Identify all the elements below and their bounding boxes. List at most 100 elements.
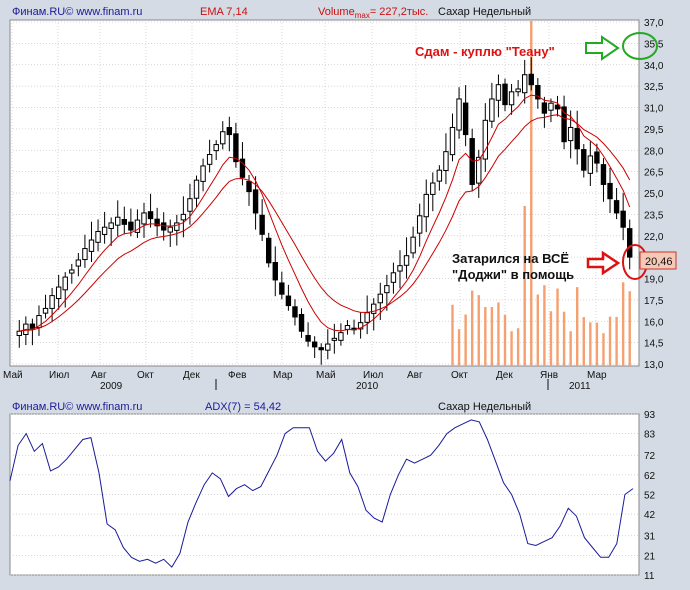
candle-down — [272, 262, 278, 281]
volume-bar — [602, 333, 605, 366]
annotation-sell: Сдам - куплю "Теану" — [415, 44, 555, 59]
candle-up — [508, 91, 515, 106]
candle-up — [430, 182, 436, 195]
price-y-tick-label: 32,5 — [644, 82, 664, 93]
volume-label: Volumemax= 227,2тыс. — [318, 6, 428, 20]
candle-down — [252, 189, 259, 214]
price-x-tick-label: Июл — [363, 370, 383, 381]
price-y-tick-label: 19,0 — [644, 275, 664, 286]
volume-bar — [608, 316, 612, 366]
volume-bar — [543, 285, 546, 366]
adx-y-tick-label: 42 — [644, 510, 656, 521]
candle-up — [338, 332, 344, 341]
price-x-tick-label: Дек — [496, 370, 513, 381]
candle-down — [279, 282, 285, 295]
price-y-tick-label: 22,0 — [644, 232, 664, 243]
year-label: 2010 — [356, 381, 379, 392]
volume-bar — [569, 331, 572, 366]
adx-label: ADX(7) = 54,42 — [205, 401, 281, 413]
volume-bar — [523, 206, 526, 366]
candle-down — [502, 83, 508, 106]
candle-down — [226, 127, 233, 136]
price-y-tick-label: 31,0 — [644, 104, 664, 115]
candle-up — [567, 126, 574, 142]
ema-label: EMA 7,14 — [200, 6, 248, 18]
candle-up — [325, 343, 331, 351]
volume-bar — [556, 288, 559, 366]
candle-up — [115, 216, 121, 226]
price-panel: 37,0 35,5 34,0 32,5 31,0 29,5 28,0 26,5 25,0 23,5… — [3, 6, 677, 392]
candle-down — [607, 182, 613, 200]
candle-down — [292, 306, 298, 318]
candle-down — [581, 149, 587, 171]
volume-bar — [490, 307, 494, 366]
candle-up — [521, 74, 528, 94]
price-instrument-label: Сахар Недельный — [438, 6, 531, 18]
candle-up — [213, 144, 219, 152]
price-y-tick-label: 29,5 — [644, 125, 664, 136]
candle-up — [548, 102, 554, 111]
candle-down — [594, 151, 600, 164]
candle-down — [121, 218, 128, 225]
chart-canvas: 37,0 35,5 34,0 32,5 31,0 29,5 28,0 26,5 25,0 23,5… — [3, 6, 677, 582]
candle-up — [174, 222, 180, 231]
price-x-tick-label: Дек — [183, 370, 200, 381]
adx-y-tick-label: 52 — [644, 491, 656, 502]
volume-label-sub: max — [355, 11, 370, 20]
price-y-tick-label: 17,5 — [644, 296, 664, 307]
annotation-buy-line1: Затарился на ВСЁ — [452, 251, 569, 266]
candle-up — [193, 179, 200, 199]
price-x-ticks: Май Июл Авг Окт Дек Фев Мар Май Июл Авг Окт Дек Янв М… — [3, 370, 607, 392]
candle-down — [298, 313, 305, 332]
price-x-tick-label: Авг — [91, 370, 107, 381]
candle-up — [167, 226, 173, 233]
last-price-label: 20,46 — [645, 256, 673, 268]
candle-down — [541, 102, 548, 114]
candle-up — [101, 226, 108, 235]
price-y-tick-label: 28,0 — [644, 146, 664, 157]
candle-up — [108, 222, 114, 229]
candle-up — [69, 269, 75, 274]
volume-bar — [457, 329, 461, 366]
adx-y-tick-label: 11 — [644, 571, 655, 582]
price-x-tick-label: Окт — [137, 370, 154, 381]
price-y-tick-label: 13,0 — [644, 360, 664, 371]
candle-up — [141, 212, 147, 225]
volume-bar — [470, 290, 474, 366]
price-x-tick-label: Фев — [228, 370, 246, 381]
year-label: 2009 — [100, 381, 123, 392]
volume-bar — [477, 295, 480, 366]
candle-down — [318, 347, 324, 351]
candle-up — [436, 169, 443, 182]
adx-panel: 93 83 72 62 52 42 31 21 11 Финам.RU© www.finam.r… — [9, 401, 656, 582]
price-y-tick-label: 34,0 — [644, 61, 664, 72]
price-y-tick-label: 16,0 — [644, 317, 664, 328]
price-x-tick-label: Янв — [540, 370, 558, 381]
adx-y-tick-label: 62 — [644, 471, 656, 482]
candle-up — [88, 239, 95, 252]
candle-up — [55, 286, 62, 300]
volume-bar — [562, 311, 566, 366]
adx-instrument-label: Сахар Недельный — [438, 401, 531, 413]
candle-up — [403, 255, 410, 266]
adx-y-tick-label: 72 — [644, 451, 656, 462]
volume-bar — [536, 294, 540, 366]
volume-bar — [621, 282, 625, 366]
candle-up — [180, 213, 187, 221]
volume-bar — [628, 291, 631, 366]
candle-down — [574, 127, 580, 150]
price-y-tick-label: 14,5 — [644, 339, 664, 350]
candle-up — [397, 265, 403, 272]
volume-bar — [464, 314, 467, 366]
candle-down — [627, 228, 633, 258]
candle-down — [266, 237, 272, 264]
candle-down — [160, 222, 167, 231]
candle-down — [620, 210, 626, 228]
volume-bar — [451, 304, 454, 366]
candle-up — [344, 325, 351, 330]
candle-up — [206, 154, 213, 165]
volume-bar — [503, 314, 507, 366]
candle-up — [75, 259, 82, 267]
candle-up — [377, 293, 383, 304]
candle-up — [49, 295, 55, 309]
